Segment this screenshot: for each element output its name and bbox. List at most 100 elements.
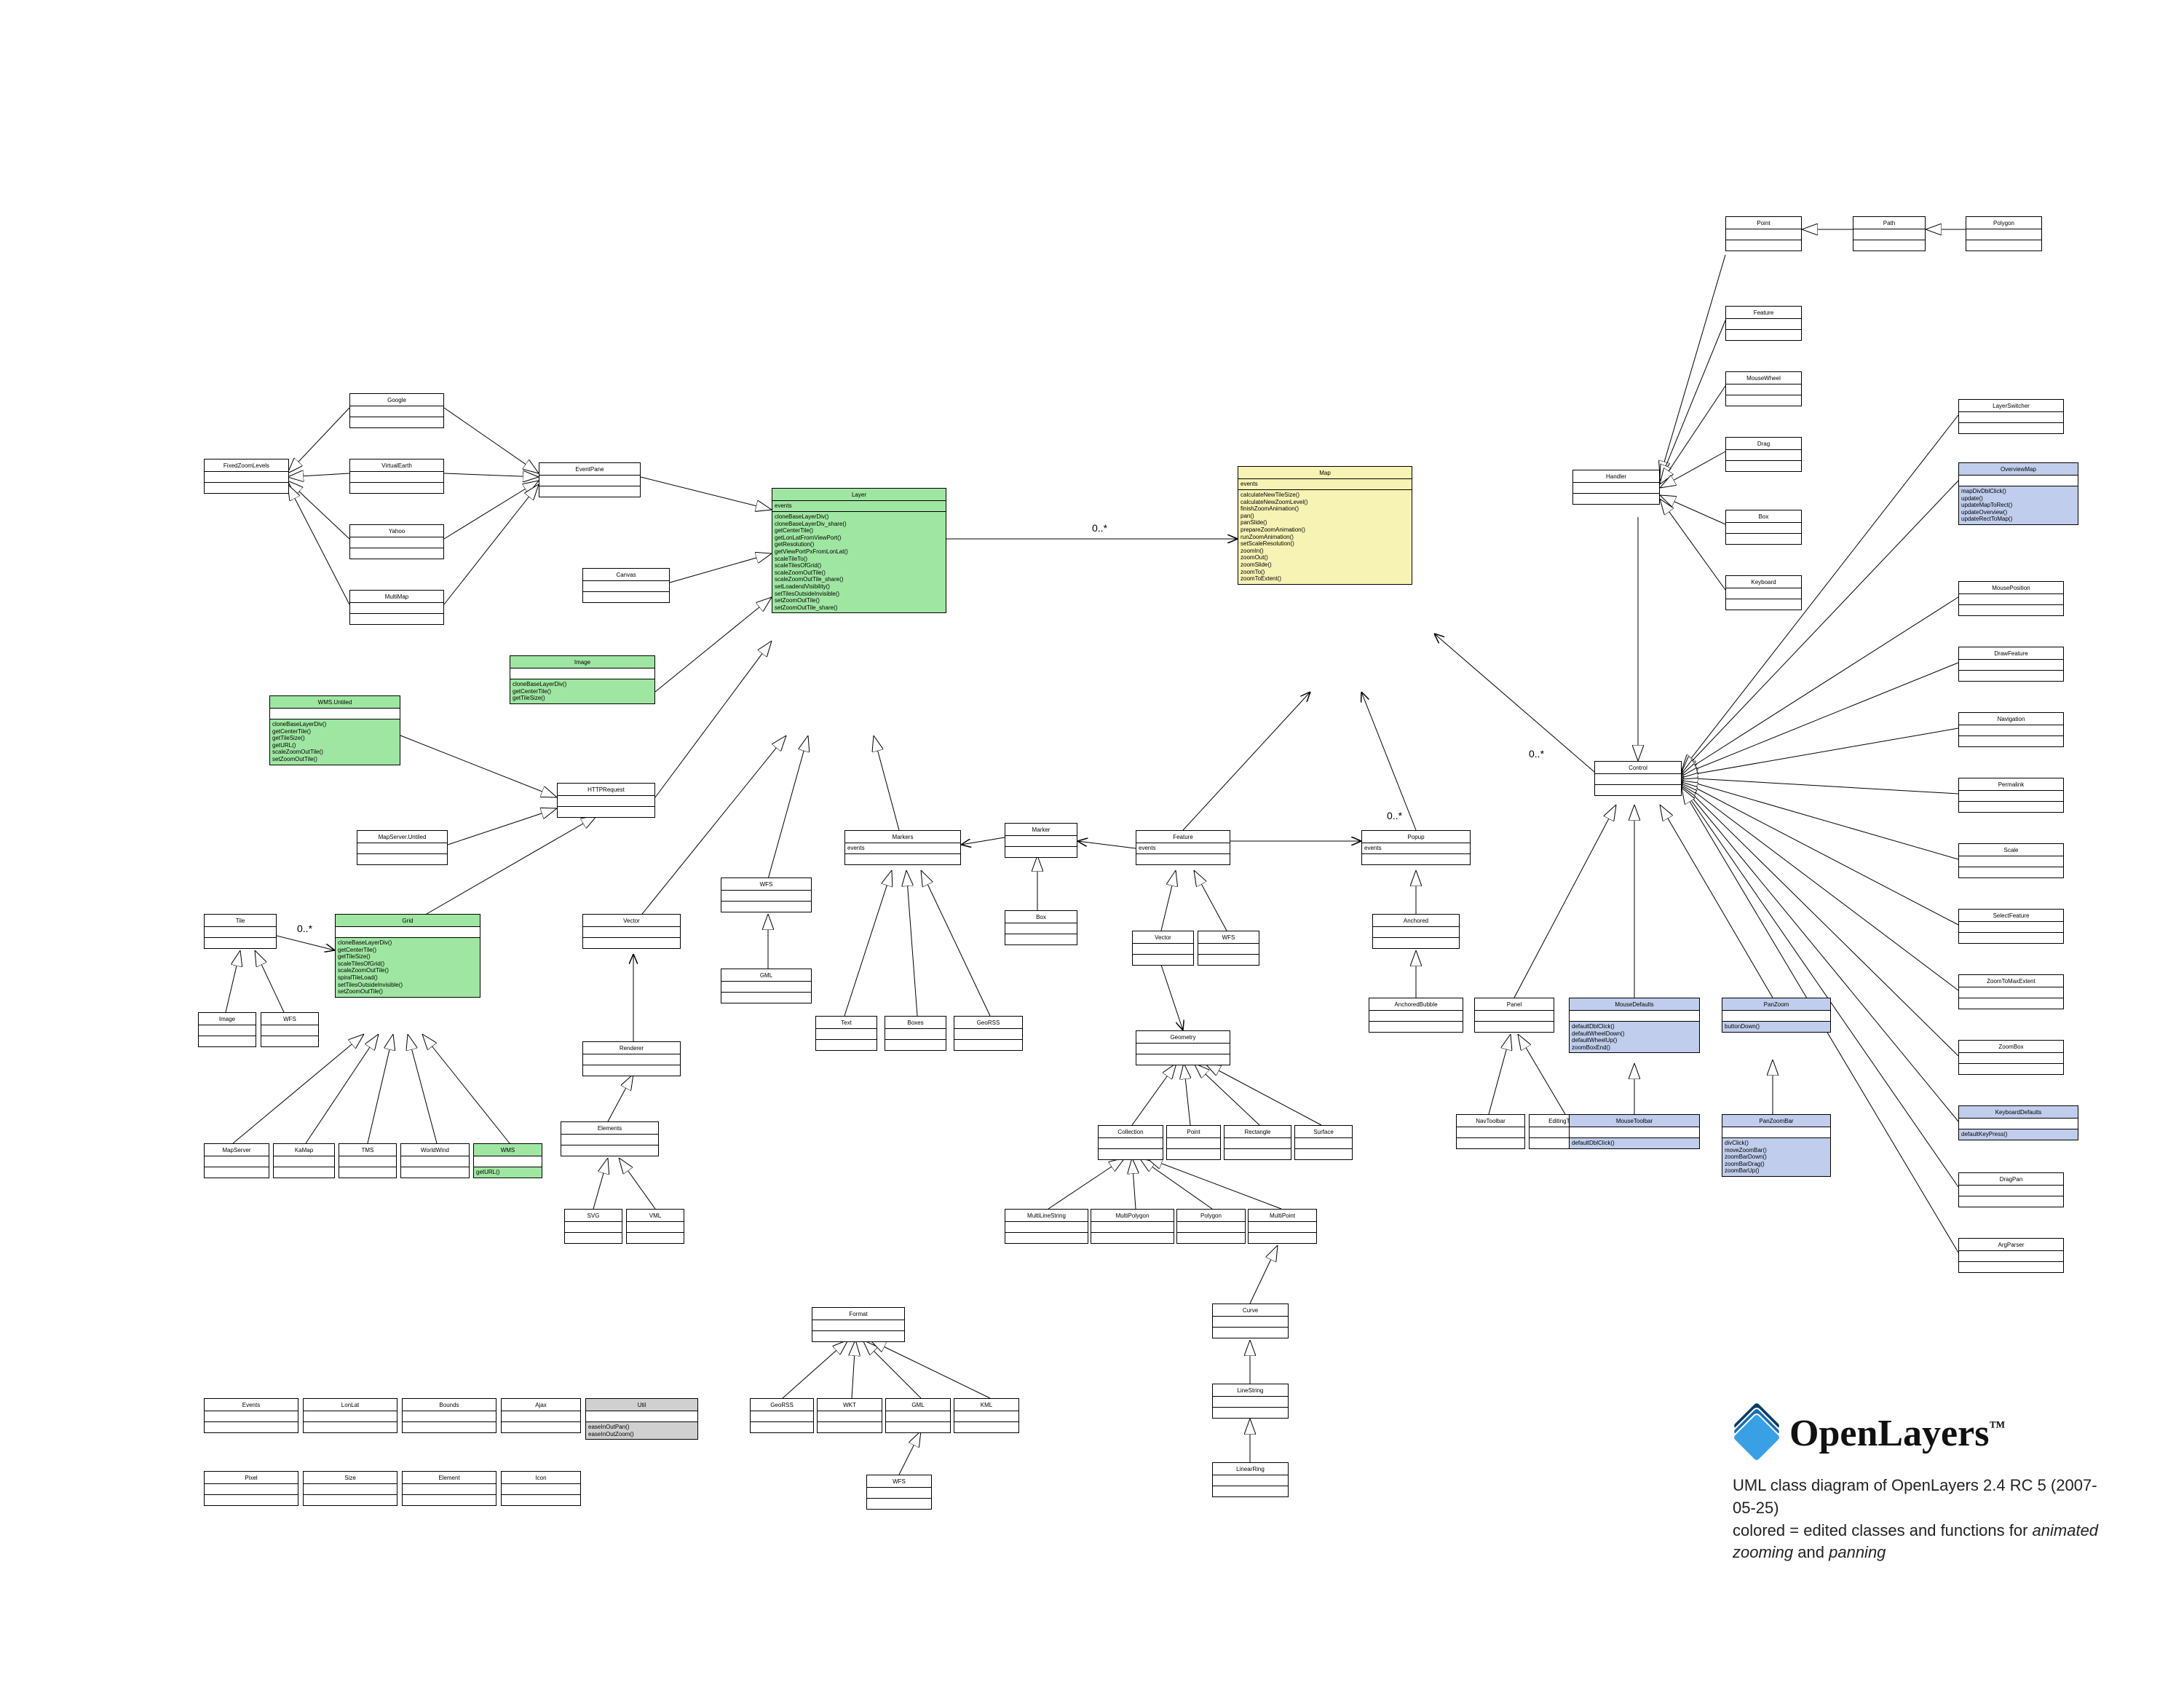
class-mousetoolbar: MouseToolbar defaultDblClick() xyxy=(1569,1114,1700,1149)
class-image: Image cloneBaseLayerDiv() getCenterTile(… xyxy=(510,655,655,704)
class-collection: Collection xyxy=(1098,1125,1163,1160)
class-feature-vector: Vector xyxy=(1132,931,1194,966)
class-navtoolbar: NavToolbar xyxy=(1456,1114,1525,1149)
class-feature-wfs: WFS xyxy=(1198,931,1259,966)
class-handler-feature: Feature xyxy=(1725,306,1802,341)
class-virtualearth: VirtualEarth xyxy=(349,459,444,494)
class-grid: Grid cloneBaseLayerDiv() getCenterTile()… xyxy=(335,914,480,998)
class-wfs: WFS xyxy=(721,877,812,912)
class-anchored: Anchored xyxy=(1372,914,1460,949)
class-text: Text xyxy=(815,1016,877,1051)
class-feature: Feature events xyxy=(1136,830,1230,865)
class-control: Control xyxy=(1594,761,1682,796)
class-multilinestring: MultiLineString xyxy=(1005,1209,1088,1244)
class-size: Size xyxy=(303,1471,397,1506)
class-keyboarddefaults: KeyboardDefaults defaultKeyPress() xyxy=(1958,1105,2078,1140)
class-kml: KML xyxy=(954,1398,1019,1433)
class-wms: WMS getURL() xyxy=(473,1143,542,1178)
class-elements: Elements xyxy=(561,1121,659,1156)
class-google: Google xyxy=(349,393,444,428)
class-multipolygon: MultiPolygon xyxy=(1091,1209,1174,1244)
class-handler-polygon: Polygon xyxy=(1966,216,2042,251)
class-markers: Markers events xyxy=(844,830,961,865)
class-geom-polygon: Polygon xyxy=(1176,1209,1246,1244)
class-handler-path: Path xyxy=(1853,216,1926,251)
class-selectfeature: SelectFeature xyxy=(1958,909,2064,944)
class-svg: SVG xyxy=(564,1209,622,1244)
class-bounds: Bounds xyxy=(402,1398,496,1433)
class-linestring: LineString xyxy=(1212,1384,1289,1419)
class-ajax: Ajax xyxy=(501,1398,581,1433)
uml-canvas: 0..* 0..* 0..* 0..* FixedZoomLevels Goog… xyxy=(0,0,2184,1688)
class-zoomtomaxextent: ZoomToMaxExtent xyxy=(1958,974,2064,1009)
class-element: Element xyxy=(402,1471,496,1506)
brand-logo: OpenLayers™ xyxy=(1733,1409,2005,1457)
class-curve: Curve xyxy=(1212,1304,1289,1338)
class-renderer: Renderer xyxy=(582,1041,681,1076)
class-linearring: LinearRing xyxy=(1212,1462,1289,1497)
class-format-georss: GeoRSS xyxy=(750,1398,814,1433)
class-lonlat: LonLat xyxy=(303,1398,397,1433)
mult-layer-map: 0..* xyxy=(1092,522,1108,534)
class-panel: Panel xyxy=(1474,998,1554,1033)
class-mapserver: MapServer xyxy=(204,1143,269,1178)
class-dragpan: DragPan xyxy=(1958,1172,2064,1207)
class-worldwind: WorldWind xyxy=(400,1143,470,1178)
class-anchoredbubble: AnchoredBubble xyxy=(1369,998,1463,1033)
openlayers-icon xyxy=(1733,1409,1781,1457)
class-georss: GeoRSS xyxy=(954,1016,1023,1051)
class-boxes: Boxes xyxy=(885,1016,946,1051)
class-mapserver-untiled: MapServer.Untiled xyxy=(357,830,448,865)
class-pixel: Pixel xyxy=(204,1471,298,1506)
class-tile-image: Image xyxy=(198,1012,256,1047)
mult-control-map: 0..* xyxy=(1529,748,1545,760)
class-kamap: KaMap xyxy=(273,1143,335,1178)
class-panzoombar: PanZoomBar divClick() moveZoomBar() zoom… xyxy=(1722,1114,1831,1177)
class-fixedzoomlevels: FixedZoomLevels xyxy=(204,459,289,494)
class-canvas: Canvas xyxy=(582,568,670,603)
class-drawfeature: DrawFeature xyxy=(1958,647,2064,682)
class-geometry: Geometry xyxy=(1136,1030,1230,1065)
class-wkt: WKT xyxy=(817,1398,882,1433)
class-argparser: ArgParser xyxy=(1958,1238,2064,1273)
class-mouseposition: MousePosition xyxy=(1958,581,2064,616)
class-vector: Vector xyxy=(582,914,681,949)
class-mousedefaults: MouseDefaults defaultDblClick() defaultW… xyxy=(1569,998,1700,1053)
class-drag: Drag xyxy=(1725,437,1802,472)
class-icon: Icon xyxy=(501,1471,581,1506)
mult-popup: 0..* xyxy=(1387,810,1403,821)
class-scale: Scale xyxy=(1958,843,2064,878)
class-box: Box xyxy=(1005,910,1077,945)
class-popup: Popup events xyxy=(1361,830,1471,865)
class-tile-wfs: WFS xyxy=(261,1012,319,1047)
class-eventpane: EventPane xyxy=(539,462,641,497)
class-handler-point: Point xyxy=(1725,216,1802,251)
class-map: Map events calculateNewTileSize() calcul… xyxy=(1238,466,1412,585)
class-geom-point: Point xyxy=(1166,1125,1221,1160)
class-permalink: Permalink xyxy=(1958,778,2064,813)
class-zoombox: ZoomBox xyxy=(1958,1040,2064,1075)
class-format-gml: GML xyxy=(885,1398,951,1433)
class-multipoint: MultiPoint xyxy=(1248,1209,1317,1244)
class-format: Format xyxy=(812,1307,905,1342)
class-tile: Tile xyxy=(204,914,277,949)
class-layer: Layer events cloneBaseLayerDiv() cloneBa… xyxy=(772,488,946,613)
class-multimap: MultiMap xyxy=(349,590,444,625)
class-navigation: Navigation xyxy=(1958,712,2064,747)
class-util: Util easeInOutPan() easeInOutZoom() xyxy=(585,1398,698,1440)
brand-name: OpenLayers™ xyxy=(1789,1412,2005,1455)
class-surface: Surface xyxy=(1294,1125,1353,1160)
class-wms-untiled: WMS.Untiled cloneBaseLayerDiv() getCente… xyxy=(269,695,400,765)
class-format-wfs: WFS xyxy=(866,1475,932,1510)
class-handler-box: Box xyxy=(1725,510,1802,545)
diagram-caption: UML class diagram of OpenLayers 2.4 RC 5… xyxy=(1733,1475,2118,1564)
class-overviewmap: OverviewMap mapDivDblClick() update() up… xyxy=(1958,462,2078,525)
class-handler: Handler xyxy=(1572,470,1660,505)
class-gml: GML xyxy=(721,969,812,1003)
class-marker: Marker xyxy=(1005,823,1077,858)
mult-tile-grid: 0..* xyxy=(297,923,313,934)
class-keyboard: Keyboard xyxy=(1725,575,1802,610)
class-mousewheel: MouseWheel xyxy=(1725,371,1802,406)
class-rectangle: Rectangle xyxy=(1224,1125,1291,1160)
class-yahoo: Yahoo xyxy=(349,524,444,559)
